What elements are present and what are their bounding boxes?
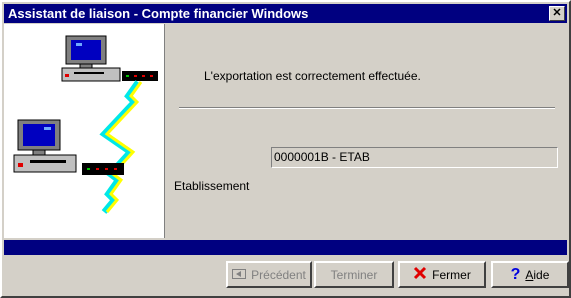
finish-button[interactable]: Terminer: [314, 261, 394, 288]
wizard-content: L'exportation est correctement effectuée…: [167, 24, 568, 238]
finish-label: Terminer: [330, 267, 378, 282]
network-computers-icon: [13, 35, 158, 214]
red-x-icon: [413, 266, 427, 283]
previous-button[interactable]: Précédent: [226, 261, 312, 288]
close-label: Fermer: [432, 267, 471, 282]
title-bar: Assistant de liaison - Compte financier …: [4, 4, 567, 23]
window-title: Assistant de liaison - Compte financier …: [8, 6, 309, 21]
close-button[interactable]: Fermer: [398, 261, 486, 288]
wizard-illustration: [4, 24, 165, 238]
separator: [179, 107, 555, 109]
help-button[interactable]: ? Aide: [491, 261, 569, 288]
previous-arrow-icon: [232, 268, 247, 282]
etablissement-label: Etablissement: [174, 179, 250, 193]
close-window-button[interactable]: ✕: [549, 6, 565, 21]
etablissement-field: 0000001B - ETAB: [271, 147, 558, 168]
status-message: L'exportation est correctement effectuée…: [204, 69, 421, 83]
help-label: Aide: [525, 267, 550, 282]
wizard-window: Assistant de liaison - Compte financier …: [0, 0, 571, 298]
progress-bar: [4, 240, 567, 255]
help-question-icon: ?: [510, 265, 521, 283]
previous-label: Précédent: [251, 267, 306, 282]
